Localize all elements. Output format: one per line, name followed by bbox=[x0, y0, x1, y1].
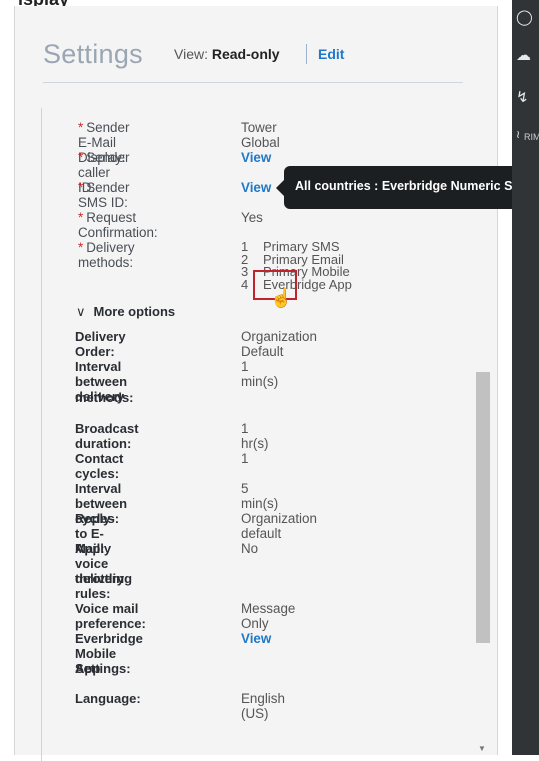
field-label: * Delivery methods: bbox=[78, 240, 135, 270]
right-icon-bar: ◯ ☁ ↯ ≀ RIMO bbox=[512, 0, 539, 755]
usb-icon[interactable]: ↯ bbox=[516, 88, 529, 106]
option-value: Organization Default bbox=[241, 329, 317, 359]
page-title: Settings bbox=[43, 39, 143, 69]
more-options-toggle[interactable]: ∨ More options bbox=[76, 304, 175, 320]
tooltip-text: All countries : Everbridge Numeric SMS I… bbox=[295, 179, 539, 193]
field-value: Yes bbox=[241, 210, 263, 225]
view-prefix: View: bbox=[174, 46, 208, 62]
sender-sms-id-view-link[interactable]: View bbox=[241, 180, 271, 195]
option-value: Message Only bbox=[241, 601, 296, 631]
sender-caller-id-view-link[interactable]: View bbox=[241, 150, 271, 165]
rim-label: RIMO bbox=[524, 132, 539, 142]
edit-button[interactable]: Edit bbox=[318, 46, 344, 62]
chevron-down-icon: ∨ bbox=[76, 304, 86, 319]
view-mode-label: View: Read-only bbox=[174, 46, 280, 62]
scroll-down-arrow-icon[interactable]: ▼ bbox=[478, 744, 486, 753]
option-label: Delivery Order: bbox=[75, 329, 126, 359]
option-value: No bbox=[241, 541, 259, 556]
scrollbar-track[interactable] bbox=[489, 12, 505, 761]
settings-panel: Settings View: Read-only Edit * Sender E-… bbox=[14, 6, 498, 761]
option-value: 1 hr(s) bbox=[241, 421, 269, 451]
sms-id-tooltip: All countries : Everbridge Numeric SMS I… bbox=[276, 166, 539, 209]
rim-icon[interactable]: ≀ bbox=[516, 128, 520, 141]
option-label: methods: bbox=[75, 390, 134, 405]
option-value: 1 min(s) bbox=[241, 359, 279, 389]
option-label: Settings: bbox=[75, 661, 131, 676]
field-label: * Sender SMS ID: bbox=[78, 180, 130, 210]
option-label: Language: bbox=[75, 691, 141, 706]
option-value: 1 bbox=[241, 451, 249, 466]
field-value: Tower Global bbox=[241, 120, 280, 150]
mobile-app-view-link[interactable]: View bbox=[241, 631, 271, 646]
option-value: English (US) bbox=[241, 691, 285, 721]
hand-cursor-icon: ☝ bbox=[270, 288, 293, 308]
cloud-rain-icon[interactable]: ☁ bbox=[516, 46, 531, 64]
view-mode-value: Read-only bbox=[211, 46, 280, 62]
option-value: 5 min(s) bbox=[241, 481, 279, 511]
option-value: Organization default bbox=[241, 511, 317, 541]
settings-header: Settings View: Read-only Edit bbox=[43, 34, 463, 83]
option-label: throttling rules: bbox=[75, 571, 133, 601]
shield-icon[interactable]: ◯ bbox=[516, 8, 533, 26]
scrollbar-thumb[interactable] bbox=[476, 372, 490, 643]
option-label: Voice mail preference: bbox=[75, 601, 146, 631]
field-label: * Request Confirmation: bbox=[78, 210, 158, 240]
header-divider bbox=[306, 44, 307, 64]
option-label: Contact cycles: bbox=[75, 451, 124, 481]
option-label: Broadcast duration: bbox=[75, 421, 139, 451]
